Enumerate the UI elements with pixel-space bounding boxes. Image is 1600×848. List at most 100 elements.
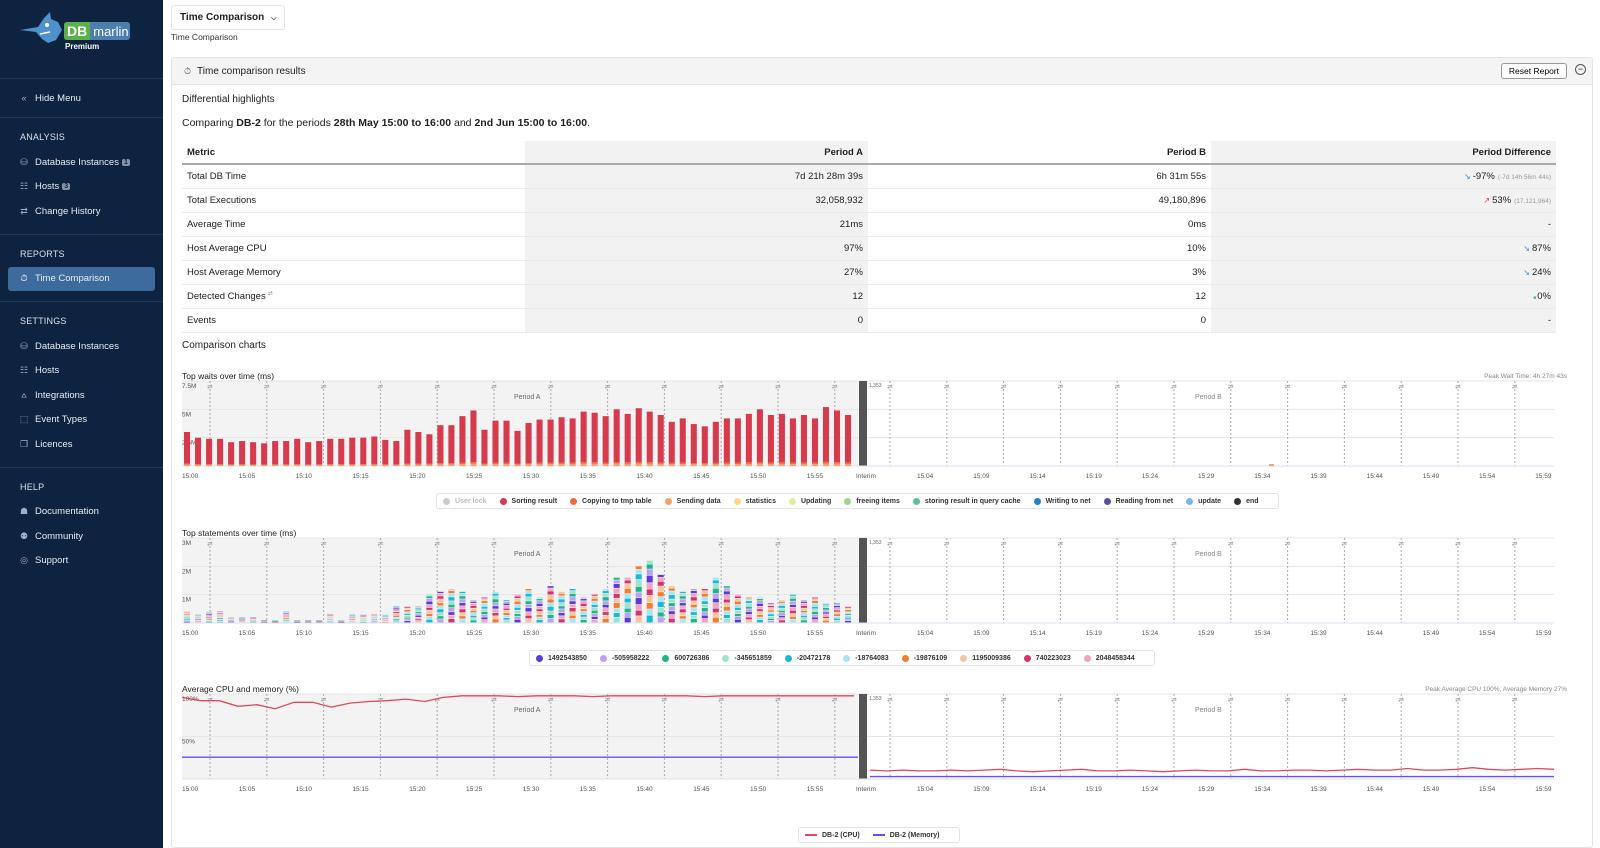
sidebar-item-database-instances[interactable]: ⛁ Database Instances 1 [0,150,163,175]
change-marker-icon[interactable]: ⇄ [1228,697,1234,704]
legend-item[interactable]: -18764083 [843,654,889,662]
sidebar-item-event-types[interactable]: ⬚ Event Types [0,408,163,433]
change-marker-icon[interactable]: ⇄ [434,541,440,548]
legend-item[interactable]: 2048458344 [1083,654,1135,662]
change-marker-icon[interactable]: ⇄ [1057,697,1063,704]
change-marker-icon[interactable]: ⇄ [775,541,781,548]
change-marker-icon[interactable]: ⇄ [491,384,497,391]
legend-item[interactable]: statistics [733,497,776,505]
legend-item[interactable]: 600726386 [662,654,709,662]
change-marker-icon[interactable]: ⇄ [1512,384,1518,391]
change-marker-icon[interactable]: ⇄ [832,697,838,704]
legend-item[interactable]: Copying to tmp table [570,497,652,505]
change-marker-icon[interactable]: ⇄ [321,384,327,391]
change-marker-icon[interactable]: ⇄ [1455,384,1461,391]
change-marker-icon[interactable]: ⇄ [1398,697,1404,704]
change-marker-icon[interactable]: ⇄ [1455,541,1461,548]
sidebar-item-licences[interactable]: ❐ Licences [0,432,163,457]
sidebar-item-documentation[interactable]: ☗ Documentation [0,500,163,525]
sidebar-item-support[interactable]: ◎ Support [0,549,163,574]
change-marker-icon[interactable]: ⇄ [264,384,270,391]
change-marker-icon[interactable]: ⇄ [718,541,724,548]
change-marker-icon[interactable]: ⇄ [1228,384,1234,391]
change-marker-icon[interactable]: ⇄ [661,541,667,548]
change-marker-icon[interactable]: ⇄ [1171,697,1177,704]
change-marker-icon[interactable]: ⇄ [377,384,383,391]
hide-menu-button[interactable]: « Hide Menu [0,79,163,117]
change-marker-icon[interactable]: ⇄ [1228,541,1234,548]
sidebar-item-integrations[interactable]: ⩟ Integrations [0,383,163,408]
change-marker-icon[interactable]: ⇄ [944,697,950,704]
change-marker-icon[interactable]: ⇄ [1171,384,1177,391]
sidebar-item-hosts[interactable]: ☷ Hosts 3 [0,175,163,200]
change-marker-icon[interactable]: ⇄ [1114,384,1120,391]
collapse-icon[interactable]: − [1575,64,1586,75]
legend-item[interactable]: 1195009386 [960,654,1011,662]
change-marker-icon[interactable]: ⇄ [832,541,838,548]
change-marker-icon[interactable]: ⇄ [1512,697,1518,704]
sidebar-item-change-history[interactable]: ⇄ Change History [0,199,163,224]
change-marker-icon[interactable]: ⇄ [548,697,554,704]
change-marker-icon[interactable]: ⇄ [1341,697,1347,704]
legend-item[interactable]: update [1186,497,1221,505]
breadcrumb[interactable]: Time Comparison [171,32,238,42]
change-marker-icon[interactable]: ⇄ [1114,541,1120,548]
change-marker-icon[interactable]: ⇄ [321,697,327,704]
change-marker-icon[interactable]: ⇄ [1455,697,1461,704]
change-marker-icon[interactable]: ⇄ [1341,541,1347,548]
change-marker-icon[interactable]: ⇄ [832,384,838,391]
change-marker-icon[interactable]: ⇄ [207,541,213,548]
change-marker-icon[interactable]: ⇄ [434,384,440,391]
legend-item[interactable]: Sorting result [499,497,557,505]
legend-item[interactable]: Sending data [664,497,721,505]
legend-item[interactable]: Writing to net [1033,497,1091,505]
change-marker-icon[interactable]: ⇄ [1171,541,1177,548]
change-marker-icon[interactable]: ⇄ [491,697,497,704]
change-marker-icon[interactable]: ⇄ [605,384,611,391]
sidebar-item-community[interactable]: ⚉ Community [0,524,163,549]
change-marker-icon[interactable]: ⇄ [944,541,950,548]
change-marker-icon[interactable]: ⇄ [1285,384,1291,391]
change-marker-icon[interactable]: ⇄ [321,541,327,548]
change-marker-icon[interactable]: ⇄ [1285,541,1291,548]
change-marker-icon[interactable]: ⇄ [377,541,383,548]
change-marker-icon[interactable]: ⇄ [944,384,950,391]
legend-item[interactable]: Reading from net [1103,497,1173,505]
change-marker-icon[interactable]: ⇄ [1285,697,1291,704]
change-marker-icon[interactable]: ⇄ [887,384,893,391]
change-marker-icon[interactable]: ⇄ [207,384,213,391]
legend-item[interactable]: -20472178 [784,654,830,662]
legend-item[interactable]: storing result in query cache [912,497,1021,505]
legend-item[interactable]: 740223023 [1023,654,1071,662]
change-marker-icon[interactable]: ⇄ [718,697,724,704]
change-marker-icon[interactable]: ⇄ [605,541,611,548]
change-marker-icon[interactable]: ⇄ [775,384,781,391]
report-type-dropdown[interactable]: Time Comparison ⌵ [171,5,286,30]
change-marker-icon[interactable]: ⇄ [264,697,270,704]
legend-item[interactable]: freeing items [844,497,900,505]
change-marker-icon[interactable]: ⇄ [1057,384,1063,391]
change-marker-icon[interactable]: ⇄ [1398,384,1404,391]
legend-item[interactable]: User lock [443,497,487,505]
change-marker-icon[interactable]: ⇄ [887,541,893,548]
legend-item[interactable]: end [1234,497,1259,505]
change-marker-icon[interactable]: ⇄ [661,697,667,704]
legend-item[interactable]: DB-2 (CPU) [805,832,860,839]
change-marker-icon[interactable]: ⇄ [548,384,554,391]
change-marker-icon[interactable]: ⇄ [661,384,667,391]
logo[interactable]: DB marlin Premium [0,0,163,78]
legend-item[interactable]: -345651859 [722,654,772,662]
change-marker-icon[interactable]: ⇄ [1001,384,1007,391]
change-marker-icon[interactable]: ⇄ [1114,697,1120,704]
change-marker-icon[interactable]: ⇄ [548,541,554,548]
change-marker-icon[interactable]: ⇄ [491,541,497,548]
legend-item[interactable]: -19876109 [901,654,947,662]
change-marker-icon[interactable]: ⇄ [605,697,611,704]
change-marker-icon[interactable]: ⇄ [1512,541,1518,548]
sidebar-item-hosts[interactable]: ☷ Hosts [0,359,163,384]
change-marker-icon[interactable]: ⇄ [775,697,781,704]
sidebar-item-time-comparison[interactable]: ⏱ Time Comparison [8,266,155,291]
change-marker-icon[interactable]: ⇄ [1001,541,1007,548]
legend-item[interactable]: -505958222 [599,654,649,662]
change-marker-icon[interactable]: ⇄ [1001,697,1007,704]
